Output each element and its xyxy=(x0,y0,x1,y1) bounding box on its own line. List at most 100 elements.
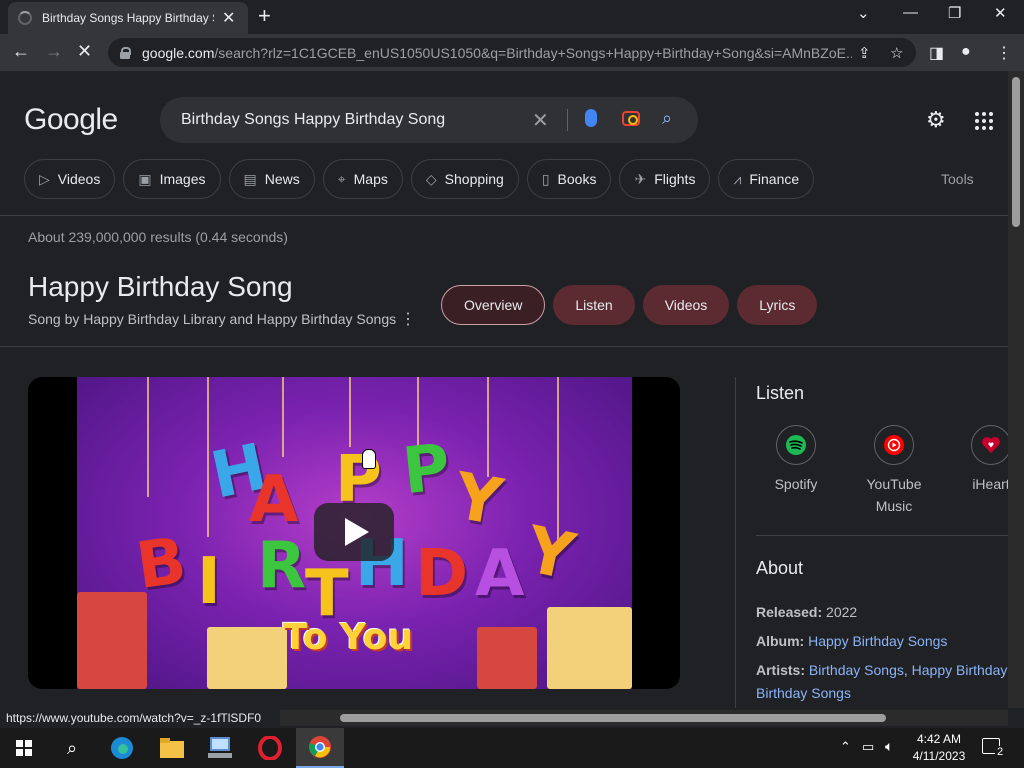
minimize-icon[interactable]: — xyxy=(903,4,918,21)
windows-start-icon[interactable] xyxy=(0,728,48,768)
chip-images[interactable]: ▣ Images xyxy=(123,159,221,199)
tab-lyrics[interactable]: Lyrics xyxy=(737,285,818,325)
tools-button[interactable]: Tools xyxy=(941,171,974,187)
settings-gear-icon[interactable]: ⚙ xyxy=(926,107,946,133)
chip-news[interactable]: ▤ News xyxy=(228,159,315,199)
volume-icon[interactable]: 🔈︎ xyxy=(885,738,893,755)
tab-search-chevron-icon[interactable]: ⌄ xyxy=(857,4,870,22)
lens-camera-icon[interactable] xyxy=(622,111,640,126)
google-logo[interactable]: Google xyxy=(24,103,118,137)
horizontal-scrollbar[interactable] xyxy=(280,710,1008,726)
mouse-pointer-icon xyxy=(362,449,376,469)
search-divider xyxy=(567,109,568,131)
tab-close-icon[interactable]: ✕ xyxy=(222,8,235,28)
scrollbar-thumb[interactable] xyxy=(340,714,886,722)
clear-icon[interactable]: ✕ xyxy=(532,108,549,133)
network-computer-icon[interactable] xyxy=(196,728,244,768)
tab-listen[interactable]: Listen xyxy=(553,285,635,325)
more-options-icon[interactable]: ⋮ xyxy=(400,309,416,329)
youtube-music-icon xyxy=(874,425,914,465)
play-square-icon: ▷ xyxy=(39,170,50,187)
loading-spinner-icon xyxy=(18,11,32,25)
apps-grid-icon[interactable] xyxy=(975,112,993,130)
chrome-icon[interactable] xyxy=(296,728,344,768)
artists-fact-continued: Birthday Songs xyxy=(756,685,851,701)
tab-title: Birthday Songs Happy Birthday S xyxy=(42,11,214,25)
side-panel-icon[interactable]: ◨ xyxy=(929,43,944,63)
iheartradio-icon: ♥ xyxy=(971,425,1008,465)
scrollbar-thumb[interactable] xyxy=(1012,77,1020,227)
chip-finance[interactable]: ⩘ Finance xyxy=(718,159,815,199)
letter-y: Y xyxy=(448,459,508,541)
knowledge-panel-title: Happy Birthday Song xyxy=(28,271,293,302)
microphone-icon[interactable] xyxy=(585,109,597,127)
share-icon[interactable]: ⇪ xyxy=(858,44,871,62)
divider xyxy=(0,346,1008,347)
artist-link[interactable]: Birthday Songs xyxy=(756,685,851,701)
spotify-icon xyxy=(776,425,816,465)
back-icon[interactable]: ← xyxy=(12,41,30,62)
service-label: Spotify xyxy=(774,476,818,492)
opera-icon[interactable] xyxy=(246,728,294,768)
knowledge-panel-subtitle: Song by Happy Birthday Library and Happy… xyxy=(28,311,397,327)
play-button[interactable] xyxy=(314,503,394,561)
chip-videos[interactable]: ▷ Videos xyxy=(24,159,116,199)
knowledge-panel-tabs: Overview Listen Videos Lyrics xyxy=(441,285,818,325)
letter-p: P xyxy=(399,430,454,510)
edge-icon[interactable] xyxy=(98,728,146,768)
clock-date: 4/11/2023 xyxy=(912,749,966,763)
search-box[interactable]: ✕ ⌕ xyxy=(160,97,698,143)
chip-maps[interactable]: ⌖ Maps xyxy=(322,159,403,199)
browser-tab[interactable]: Birthday Songs Happy Birthday S ✕ xyxy=(8,2,248,34)
letter-i: I xyxy=(197,545,221,619)
artist-link[interactable]: Birthday Songs xyxy=(809,662,904,678)
listen-iheart[interactable]: ♥ iHeart xyxy=(946,425,1008,495)
bookmark-star-icon[interactable]: ☆ xyxy=(890,44,903,62)
video-tagline: To You xyxy=(283,617,414,658)
chip-flights[interactable]: ✈ Flights xyxy=(619,159,711,199)
finance-chart-icon: ⩘ xyxy=(733,170,742,187)
notification-count: 2 xyxy=(995,746,1006,758)
profile-icon[interactable]: ● xyxy=(961,43,971,61)
new-tab-icon[interactable]: + xyxy=(258,5,271,27)
divider xyxy=(0,215,1008,216)
listen-spotify[interactable]: Spotify xyxy=(751,425,841,495)
stop-icon[interactable]: ✕ xyxy=(77,41,92,62)
windows-taskbar: ⌕ ⌃ ▭ 🔈︎ 4:42 AM 4/11/2023 2 xyxy=(0,728,1024,768)
album-fact: Album: Happy Birthday Songs xyxy=(756,633,948,649)
released-fact: Released: 2022 xyxy=(756,604,858,620)
menu-icon[interactable]: ⋮ xyxy=(996,43,1012,63)
restore-icon[interactable]: ❐ xyxy=(948,4,961,22)
browser-toolbar: ← → ✕ google.com/search?rlz=1C1GCEB_enUS… xyxy=(0,34,1024,71)
service-label: iHeart xyxy=(972,476,1008,492)
clock-time: 4:42 AM xyxy=(916,732,962,746)
chip-shopping[interactable]: ◇ Shopping xyxy=(410,159,519,199)
about-heading: About xyxy=(756,558,804,578)
tab-overview[interactable]: Overview xyxy=(441,285,546,325)
vertical-scrollbar[interactable] xyxy=(1008,71,1024,708)
window-close-icon[interactable]: ✕ xyxy=(994,4,1007,22)
search-icon[interactable]: ⌕ xyxy=(48,728,96,768)
airplane-icon: ✈ xyxy=(634,170,647,187)
forward-icon[interactable]: → xyxy=(45,41,63,62)
artist-link[interactable]: Happy Birthday L xyxy=(912,662,1008,678)
chip-books[interactable]: ▯ Books xyxy=(526,159,612,199)
letter-r: R xyxy=(257,529,307,603)
image-icon: ▣ xyxy=(138,170,152,187)
network-icon[interactable]: ▭ xyxy=(862,739,874,755)
map-pin-icon: ⌖ xyxy=(337,170,346,187)
artists-fact: Artists: Birthday Songs, Happy Birthday … xyxy=(756,662,1008,678)
search-icon[interactable]: ⌕ xyxy=(662,108,672,129)
address-bar[interactable]: google.com/search?rlz=1C1GCEB_enUS1050US… xyxy=(108,38,916,67)
search-input[interactable] xyxy=(181,111,511,129)
taskbar-clock[interactable]: 4:42 AM 4/11/2023 xyxy=(908,731,970,765)
link-status-bar: https://www.youtube.com/watch?v=_z-1fTlS… xyxy=(0,708,280,728)
video-player[interactable]: H A P P Y B I R T H D A Y To You xyxy=(28,377,680,689)
file-explorer-icon[interactable] xyxy=(148,728,196,768)
panel-divider xyxy=(735,377,736,708)
album-link[interactable]: Happy Birthday Songs xyxy=(808,633,947,649)
url-host: google.com xyxy=(142,44,215,61)
listen-youtube-music[interactable]: YouTube Music xyxy=(849,425,939,517)
tab-videos[interactable]: Videos xyxy=(642,285,730,325)
tray-expand-icon[interactable]: ⌃ xyxy=(840,739,851,755)
